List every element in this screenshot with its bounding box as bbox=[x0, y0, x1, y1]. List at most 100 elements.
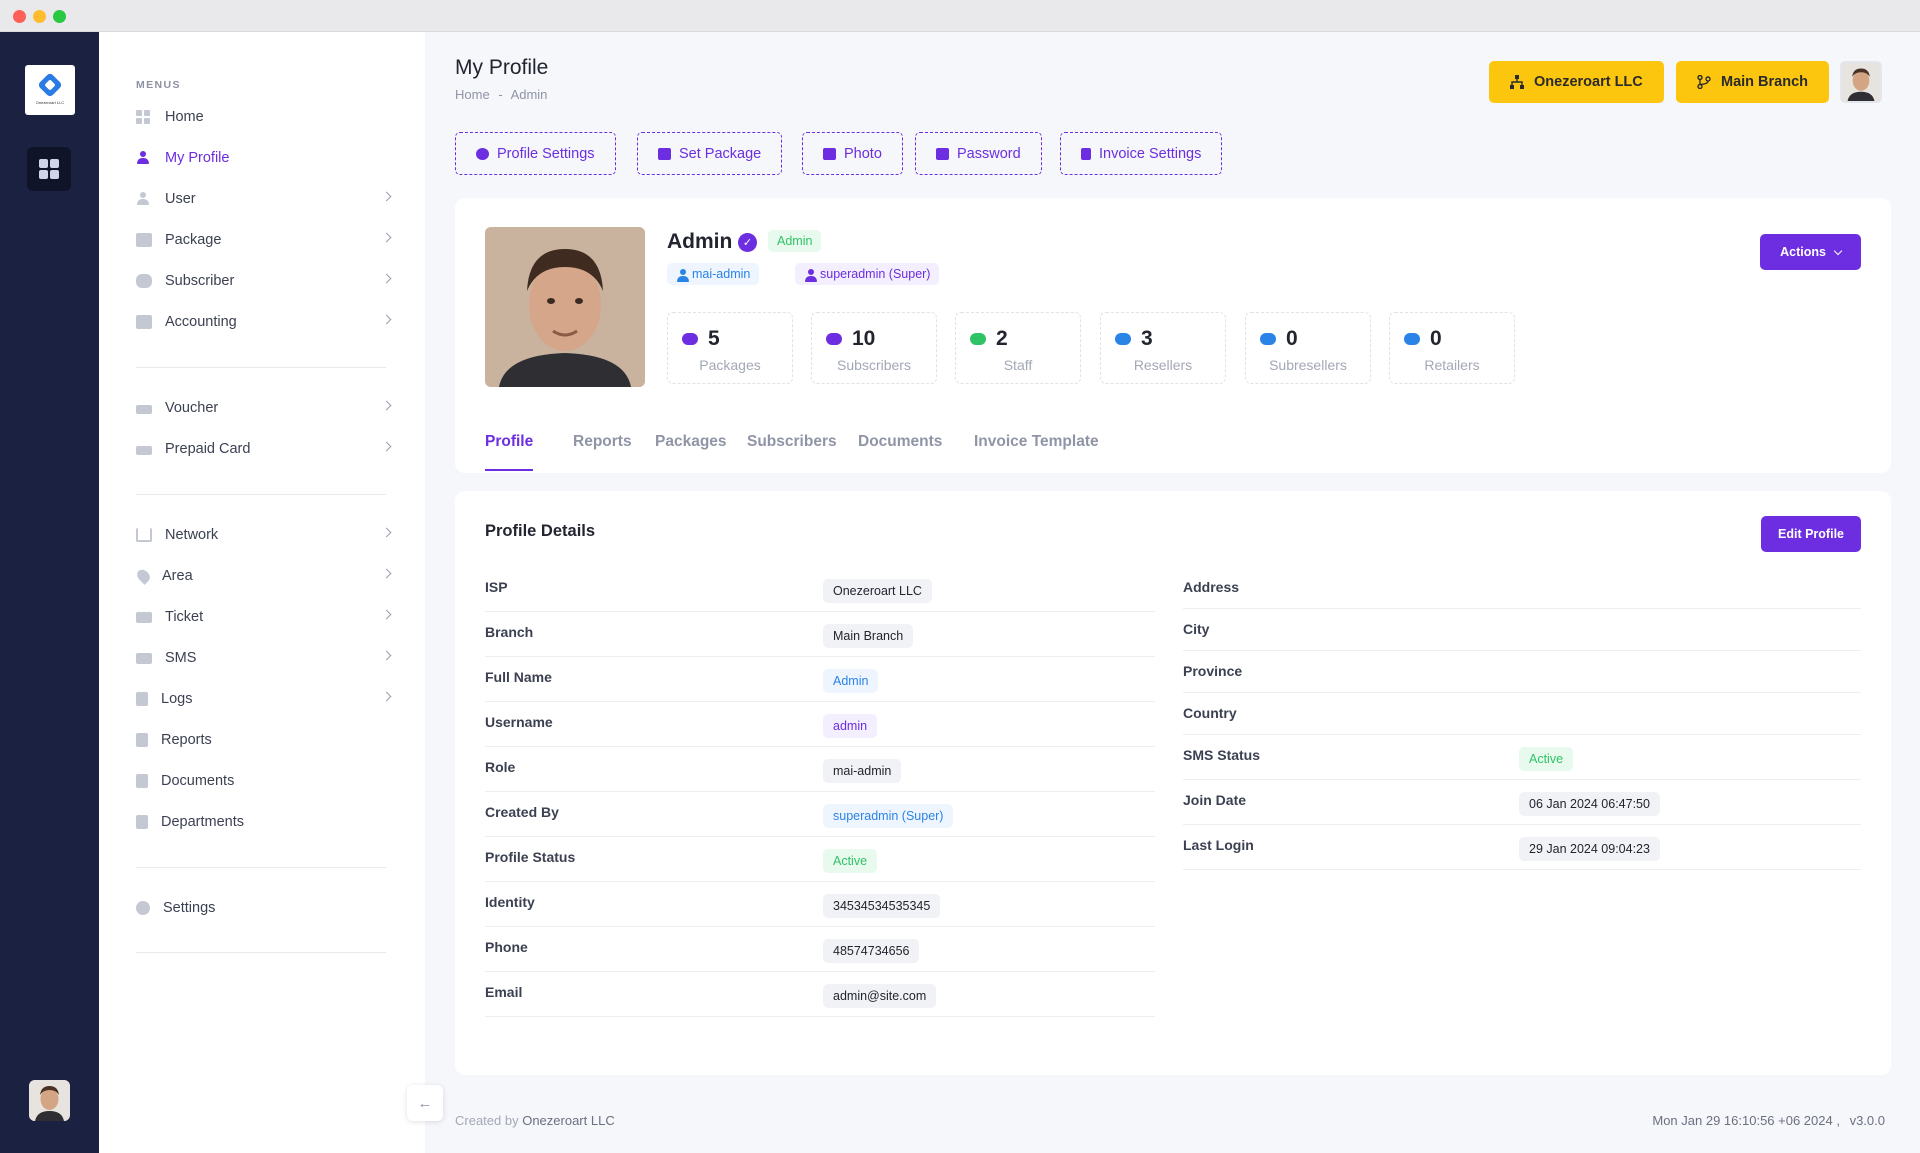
sidebar-item-network[interactable]: Network bbox=[136, 523, 392, 547]
dashboard-apps-button[interactable] bbox=[27, 147, 71, 191]
users-icon bbox=[136, 274, 152, 288]
gears-icon bbox=[476, 147, 489, 160]
detail-row-email: Email admin@site.com bbox=[485, 972, 1155, 1017]
brand-logo[interactable]: Onezeroart LLC bbox=[25, 65, 75, 115]
chevron-down-icon bbox=[1833, 246, 1843, 255]
chevron-right-icon bbox=[381, 441, 392, 452]
sidebar-item-prepaid-card[interactable]: Prepaid Card bbox=[136, 437, 392, 461]
stat-label: Subresellers bbox=[1269, 357, 1347, 373]
breadcrumb-home-link[interactable]: Home bbox=[455, 87, 490, 102]
tab-documents[interactable]: Documents bbox=[858, 433, 942, 451]
actions-label: Actions bbox=[1780, 245, 1826, 259]
detail-row-city: City bbox=[1183, 609, 1861, 651]
app-rail: Onezeroart LLC bbox=[0, 32, 99, 1153]
sidebar-item-departments[interactable]: Departments bbox=[136, 810, 390, 834]
sidebar-item-area[interactable]: Area bbox=[134, 564, 392, 588]
profile-face-icon bbox=[485, 227, 645, 387]
role-badge: Admin bbox=[768, 230, 822, 252]
breadcrumb-current: Admin bbox=[510, 87, 548, 102]
edit-profile-button[interactable]: Edit Profile bbox=[1761, 516, 1861, 552]
sidebar-item-package[interactable]: Package bbox=[136, 228, 392, 252]
profile-summary-card: Admin ✓ Admin mai-admin superadmin (Supe… bbox=[455, 198, 1891, 473]
header-avatar[interactable] bbox=[1840, 61, 1882, 103]
photo-button[interactable]: Photo bbox=[802, 132, 903, 175]
sidebar-item-user[interactable]: User bbox=[136, 187, 392, 211]
network-icon bbox=[136, 528, 152, 542]
stat-value: 0 bbox=[1430, 327, 1442, 350]
detail-value: admin bbox=[823, 714, 878, 738]
detail-value: Main Branch bbox=[823, 624, 914, 648]
ticket-icon bbox=[136, 611, 152, 623]
detail-row-country: Country bbox=[1183, 693, 1861, 735]
password-button[interactable]: Password bbox=[915, 132, 1042, 175]
tab-subscribers[interactable]: Subscribers bbox=[747, 433, 837, 451]
actions-dropdown-button[interactable]: Actions bbox=[1760, 234, 1861, 270]
company-button[interactable]: Onezeroart LLC bbox=[1489, 61, 1664, 103]
collapse-sidebar-button[interactable]: ← bbox=[407, 1085, 443, 1121]
invoice-settings-button[interactable]: Invoice Settings bbox=[1060, 132, 1223, 175]
breadcrumb-separator: - bbox=[498, 87, 503, 102]
breadcrumb: Home - Admin bbox=[455, 87, 547, 102]
detail-label: ISP bbox=[485, 579, 508, 595]
tab-packages[interactable]: Packages bbox=[655, 433, 727, 451]
tab-profile[interactable]: Profile bbox=[485, 433, 533, 451]
chevron-right-icon bbox=[381, 191, 392, 202]
detail-label: Address bbox=[1183, 579, 1240, 595]
sidebar-item-subscriber[interactable]: Subscriber bbox=[136, 269, 392, 293]
chevron-right-icon bbox=[381, 527, 392, 538]
tab-reports[interactable]: Reports bbox=[573, 433, 632, 451]
set-package-button[interactable]: Set Package bbox=[637, 132, 783, 175]
stat-label: Retailers bbox=[1424, 357, 1480, 373]
sidebar-item-ticket[interactable]: Ticket bbox=[136, 605, 392, 629]
avatar-face-icon bbox=[29, 1080, 70, 1121]
footer-company-link[interactable]: Onezeroart LLC bbox=[522, 1113, 615, 1128]
page-title: My Profile bbox=[455, 56, 549, 79]
sidebar-item-label: Settings bbox=[163, 900, 216, 916]
calculator-icon bbox=[136, 315, 152, 329]
branch-button[interactable]: Main Branch bbox=[1676, 61, 1830, 103]
sidebar-item-reports[interactable]: Reports bbox=[136, 728, 390, 752]
sidebar-item-label: Accounting bbox=[165, 314, 237, 330]
sidebar-item-label: Ticket bbox=[165, 609, 204, 625]
main-content: My Profile Home - Admin Onezeroart LLC M… bbox=[425, 32, 1920, 1153]
sidebar-item-accounting[interactable]: Accounting bbox=[136, 310, 392, 334]
card-icon bbox=[136, 445, 152, 455]
voucher-icon bbox=[136, 404, 152, 414]
sidebar-item-voucher[interactable]: Voucher bbox=[136, 396, 392, 420]
stat-label: Subscribers bbox=[837, 357, 911, 373]
detail-label: Created By bbox=[485, 804, 559, 820]
sidebar-divider bbox=[136, 367, 386, 368]
detail-label: SMS Status bbox=[1183, 747, 1261, 763]
stat-subresellers: 0 Subresellers bbox=[1245, 312, 1371, 384]
sidebar-item-documents[interactable]: Documents bbox=[136, 769, 390, 793]
detail-value: 48574734656 bbox=[823, 939, 920, 963]
detail-value: Admin bbox=[823, 669, 879, 693]
sidebar-item-sms[interactable]: SMS bbox=[136, 646, 392, 670]
profile-settings-button[interactable]: Profile Settings bbox=[455, 132, 616, 175]
sidebar-item-my-profile[interactable]: My Profile bbox=[136, 146, 390, 170]
gear-icon bbox=[136, 901, 150, 915]
sidebar-item-label: SMS bbox=[165, 650, 197, 666]
sidebar-item-home[interactable]: Home bbox=[136, 105, 390, 129]
button-label: Password bbox=[957, 145, 1021, 162]
chevron-right-icon bbox=[381, 232, 392, 243]
close-window-button[interactable] bbox=[13, 10, 26, 23]
detail-row-phone: Phone 48574734656 bbox=[485, 927, 1155, 972]
tab-invoice-template[interactable]: Invoice Template bbox=[974, 433, 1099, 451]
footer-created-by: Created by bbox=[455, 1113, 519, 1128]
maximize-window-button[interactable] bbox=[53, 10, 66, 23]
detail-value: 29 Jan 2024 09:04:23 bbox=[1519, 837, 1660, 861]
branch-icon bbox=[1697, 75, 1711, 89]
document-icon bbox=[136, 774, 148, 788]
user-icon bbox=[136, 192, 152, 206]
minimize-window-button[interactable] bbox=[33, 10, 46, 23]
stat-staff: 2 Staff bbox=[955, 312, 1081, 384]
sidebar-item-label: Home bbox=[165, 109, 204, 125]
sidebar-item-settings[interactable]: Settings bbox=[136, 896, 390, 920]
sidebar-item-label: Package bbox=[165, 232, 222, 248]
sidebar-item-logs[interactable]: Logs bbox=[136, 687, 392, 711]
stat-subscribers: 10 Subscribers bbox=[811, 312, 937, 384]
user-avatar[interactable] bbox=[29, 1080, 70, 1121]
menus-heading: MENUS bbox=[136, 79, 181, 91]
button-label: Set Package bbox=[679, 145, 762, 162]
